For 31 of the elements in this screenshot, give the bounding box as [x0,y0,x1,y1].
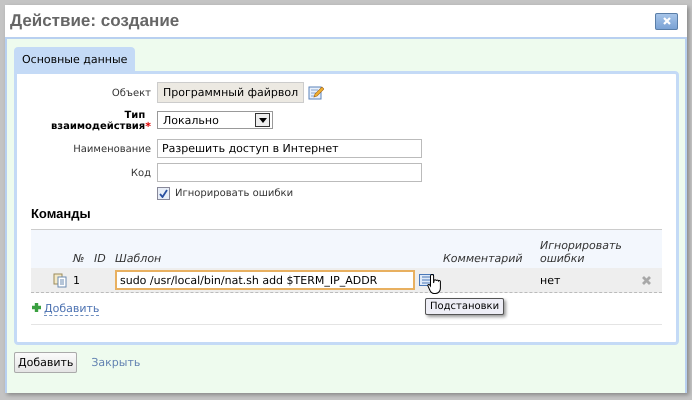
object-field: Программный файрвол [157,82,304,103]
close-link[interactable]: Закрыть [91,356,140,369]
field-label: Код [130,168,151,179]
table-cell-text: нет [540,274,562,286]
edit-icon[interactable] [308,84,324,100]
checkbox[interactable] [157,187,170,200]
table-cell-text: 1 [73,274,81,286]
add-button[interactable]: Добавить [14,352,78,373]
caret-icon [255,113,270,127]
documents-icon [53,272,67,288]
required-mark: * [145,121,151,132]
column-header: № [73,252,86,265]
window-title: Действие: создание [10,11,180,31]
close-button[interactable] [655,12,678,30]
close-icon [660,16,672,26]
name-field[interactable]: Разрешить доступ в Интернет [157,139,422,158]
column-header: Игнорировать ошибки [540,239,623,265]
column-header: Шаблон [115,252,162,265]
section-title: Команды [31,206,92,221]
template-field[interactable]: sudo /usr/local/bin/nat.sh add $TERM_IP_ADDR [115,270,415,290]
column-header: ID [94,252,107,265]
type-dropdown[interactable]: Локально [157,111,273,129]
code-field[interactable] [157,163,422,182]
field-label: Наименование [73,144,151,155]
column-header: Комментарий [443,252,524,265]
tab[interactable]: Основные данные [14,47,136,71]
tooltip: Подстановки [425,298,504,315]
add-link[interactable]: Добавить [44,302,100,316]
field-label: Тип взаимодействия [50,110,146,132]
checkbox-label: Игнорировать ошибки [175,188,294,199]
field-label: Объект [112,88,151,99]
